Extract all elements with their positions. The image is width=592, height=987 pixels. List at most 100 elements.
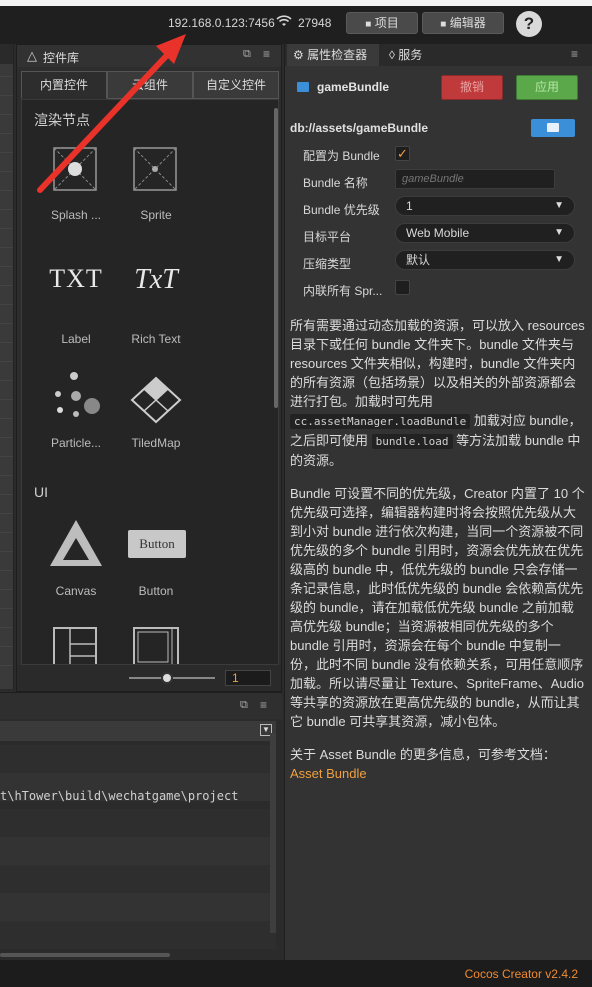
open-folder-button[interactable] — [531, 119, 575, 137]
node-label: Button — [138, 584, 174, 598]
chevron-down-icon: ▼ — [554, 254, 564, 265]
popout-icon[interactable]: ⧉ — [243, 48, 251, 61]
project-button-label: 项目 — [374, 16, 399, 30]
folder-icon — [297, 82, 309, 92]
platform-value: Web Mobile — [406, 226, 470, 240]
richtext-icon: TxT — [134, 264, 178, 295]
node-label: Particle... — [50, 436, 101, 450]
node-label: TiledMap — [131, 436, 181, 450]
services-icon: ◊ — [389, 48, 395, 62]
node-item-button[interactable]: Button Button — [116, 514, 196, 614]
node-item-particle[interactable]: Particle... — [36, 366, 116, 466]
wifi-icon — [276, 14, 292, 31]
platform-select[interactable]: Web Mobile ▼ — [395, 223, 575, 243]
canvas-icon — [50, 520, 102, 566]
description-text: 所有需要通过动态加载的资源，可以放入 resources 目录下或任何 bund… — [290, 318, 585, 409]
splash-icon — [53, 147, 97, 191]
console-toolbar: ▼ — [0, 721, 276, 741]
prop-label-platform: 目标平台 — [303, 230, 352, 244]
menu-icon[interactable]: ≡ — [260, 698, 267, 712]
priority-select[interactable]: 1 ▼ — [395, 196, 575, 216]
description-paragraph-1: 所有需要通过动态加载的资源，可以放入 resources 目录下或任何 bund… — [290, 316, 586, 470]
inspector-panel: ⚙ 属性检查器 ◊ 服务 ≡ gameBundle 撤销 应用 db://ass… — [284, 44, 592, 960]
tab-services[interactable]: ◊ 服务 — [389, 44, 449, 66]
inline-sprites-checkbox[interactable] — [395, 280, 410, 295]
zoom-input[interactable]: 1 — [225, 670, 271, 686]
scene-panel-edge[interactable] — [0, 44, 14, 689]
console-vscrollbar[interactable] — [270, 733, 276, 933]
folder-icon — [547, 123, 559, 132]
node-item-layout[interactable] — [36, 622, 116, 664]
chevron-down-icon: ▼ — [554, 227, 564, 238]
node-item-sprite[interactable]: Sprite — [116, 142, 196, 242]
revert-button[interactable]: 撤销 — [441, 75, 503, 100]
tiledmap-icon — [130, 376, 182, 424]
asset-path: db://assets/gameBundle — [290, 121, 429, 135]
tab-cloud[interactable]: 云组件 — [107, 71, 193, 99]
node-label: Label — [61, 332, 91, 346]
node-label: Canvas — [55, 584, 97, 598]
description-text: 关于 Asset Bundle 的更多信息，可参考文档： — [290, 747, 556, 762]
scene-tab-edge[interactable] — [0, 44, 13, 64]
tab-inspector[interactable]: ⚙ 属性检查器 — [287, 44, 379, 66]
node-label: Rich Text — [131, 332, 181, 346]
node-item-richtext[interactable]: TxT Rich Text — [116, 252, 196, 352]
asset-bundle-doc-link[interactable]: Asset Bundle — [290, 766, 367, 781]
layout-icon — [53, 627, 97, 664]
node-item-scrollview[interactable] — [116, 622, 196, 664]
compress-value: 默认 — [406, 253, 431, 267]
section-ui: UI — [34, 484, 48, 500]
description-paragraph-3: 关于 Asset Bundle 的更多信息，可参考文档： Asset Bundle — [290, 745, 586, 783]
library-triangle-icon: △ — [27, 48, 37, 63]
folder-icon: ■ — [440, 19, 447, 30]
particle-icon — [55, 372, 100, 417]
bundle-name-input[interactable] — [395, 169, 555, 189]
console-row — [0, 865, 276, 893]
version-label: Cocos Creator v2.4.2 — [464, 967, 578, 981]
console-row — [0, 893, 276, 921]
library-tabs: 内置控件 云组件 自定义控件 — [21, 71, 279, 99]
editor-button[interactable]: ■ 编辑器 — [422, 12, 504, 34]
help-button[interactable]: ? — [516, 11, 542, 37]
console-header: ⧉ ≡ — [0, 693, 282, 719]
node-item-tiledmap[interactable]: TiledMap — [116, 366, 196, 466]
section-render-nodes: 渲染节点 — [34, 112, 90, 128]
prop-label-inline-sprites: 内联所有 Spr... — [303, 284, 383, 298]
editor-button-label: 编辑器 — [449, 16, 486, 30]
prop-label-compress: 压缩类型 — [303, 257, 352, 271]
prop-label-bundle-name: Bundle 名称 — [303, 176, 368, 190]
node-item-splash[interactable]: Splash ... — [36, 142, 116, 242]
console-row — [0, 809, 276, 837]
priority-value: 1 — [406, 199, 413, 213]
console-panel: ⧉ ≡ ▼ t\hTower\build\wechatgame\project — [0, 692, 282, 960]
library-scrollbar[interactable] — [274, 108, 278, 408]
node-item-canvas[interactable]: Canvas — [36, 514, 116, 614]
is-bundle-checkbox[interactable]: ✓ — [395, 146, 410, 161]
gear-icon: ⚙ — [293, 48, 304, 62]
menu-icon[interactable]: ≡ — [263, 47, 270, 61]
preview-ip-address[interactable]: 192.168.0.123:7456 — [168, 16, 275, 30]
chevron-down-icon: ▼ — [554, 200, 564, 211]
library-content: 渲染节点 Splash ... Sprite TXT Label TxT Ric… — [21, 99, 279, 665]
node-library-header: △ 控件库 ⧉ ≡ — [17, 45, 281, 67]
bundle-description: 所有需要通过动态加载的资源，可以放入 resources 目录下或任何 bund… — [290, 316, 586, 797]
node-item-label[interactable]: TXT Label — [36, 252, 116, 352]
scene-grid — [0, 64, 13, 684]
apply-button[interactable]: 应用 — [516, 75, 578, 100]
compress-select[interactable]: 默认 ▼ — [395, 250, 575, 270]
sprite-icon — [133, 147, 177, 191]
tab-builtin[interactable]: 内置控件 — [21, 71, 107, 99]
description-paragraph-2: Bundle 可设置不同的优先级，Creator 内置了 10 个优先级可选择，… — [290, 486, 585, 729]
zoom-slider-thumb[interactable] — [161, 672, 173, 684]
label-icon: TXT — [49, 264, 103, 293]
tab-custom[interactable]: 自定义控件 — [193, 71, 279, 99]
menu-icon[interactable]: ≡ — [571, 47, 578, 61]
button-icon: Button — [128, 530, 186, 558]
popout-icon[interactable]: ⧉ — [240, 699, 248, 712]
folder-icon: ■ — [365, 19, 372, 30]
console-hscrollbar[interactable] — [0, 953, 170, 957]
window-top-strip — [0, 0, 592, 6]
node-label: Splash ... — [50, 208, 102, 222]
project-button[interactable]: ■ 项目 — [346, 12, 418, 34]
library-zoom-bar: 1 — [17, 665, 281, 691]
